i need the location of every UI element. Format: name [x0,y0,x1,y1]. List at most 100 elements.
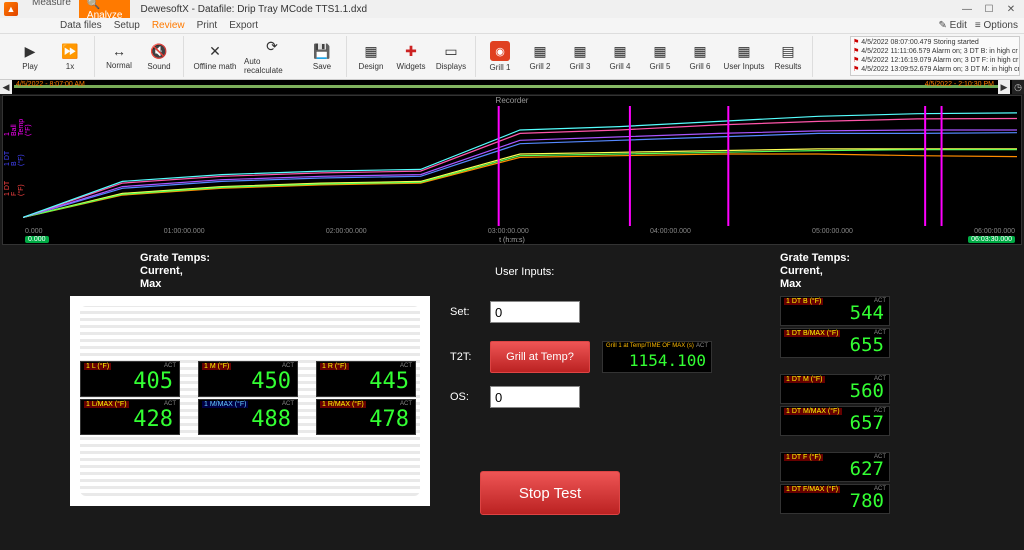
titlebar: ▲ Measure 🔍Analyze DewesoftX - Datafile:… [0,0,1024,18]
t2t-readout: Grill 1 at Temp/TIME OF MAX (s) ACT 1154… [602,341,712,373]
grill2-icon: ▦ [533,43,546,60]
widgets-icon: ✚ [405,43,417,60]
grill1-button[interactable]: ◉Grill 1 [482,41,518,72]
menu-datafiles[interactable]: Data files [60,20,102,31]
y-axis-label: 1 DT F (°F) [4,179,25,196]
menu-export[interactable]: Export [229,20,258,31]
grate-gauge: 1 M/MAX (°F)ACT488 [198,399,298,435]
user-inputs-title: User Inputs: [495,266,554,278]
timeline-end-label: 4/5/2022 - 2:10:30 PM [925,81,994,88]
normal-button[interactable]: ↔Normal [101,43,137,70]
grill-at-temp-button[interactable]: Grill at Temp? [490,341,590,373]
sound-button[interactable]: 🔇Sound [141,43,177,71]
timeline-right-button[interactable]: ▶ [998,80,1010,94]
log-row: ⚑4/5/2022 08:07:00.479 Storing started [853,38,1017,47]
design-icon: ▦ [364,43,377,60]
gauge-label: 1 L (°F) [84,363,111,370]
os-input[interactable] [490,386,580,408]
y-axis: 1 DT F (°F)1 DT B (°F)1 Ball Temp (°F) [3,106,21,226]
menu-review[interactable]: Review [152,20,185,31]
design-button[interactable]: ▦Design [353,43,389,71]
gauge-value: 450 [251,369,291,394]
grate-gauge: 1 R (°F)ACT445 [316,361,416,397]
dt-gauge: 1 DT F/MAX (°F)ACT780 [780,484,890,514]
dt-gauge: 1 DT B/MAX (°F)ACT655 [780,328,890,358]
save-button[interactable]: 💾Save [304,43,340,71]
menu-setup[interactable]: Setup [114,20,140,31]
timeline-strip[interactable]: ◀ 4/5/2022 - 8:07:00 AM 4/5/2022 - 2:10:… [0,80,1024,94]
grill2-button[interactable]: ▦Grill 2 [522,43,558,71]
dashboard: Grate Temps: Current, Max 1 L (°F) ACT 405… [0,246,1024,550]
minimize-icon[interactable]: — [958,2,976,16]
displays-button[interactable]: ▭Displays [433,43,469,71]
grate-gauge: 1 R/MAX (°F)ACT478 [316,399,416,435]
dt-gauge: 1 DT M/MAX (°F)ACT657 [780,406,890,436]
act-label: ACT [696,343,708,349]
right-panel-title: Grate Temps: Current, Max [780,252,850,291]
timeline-left-button[interactable]: ◀ [0,80,12,94]
user-inputs-button[interactable]: ▦User Inputs [722,43,766,71]
menubar: Data files Setup Review Print Export ✎ E… [0,18,1024,34]
t2t-value: 1154.100 [629,351,706,370]
widgets-button[interactable]: ✚Widgets [393,43,429,71]
dt-gauge: 1 DT F (°F)ACT627 [780,452,890,482]
event-log[interactable]: ⚑4/5/2022 08:07:00.479 Storing started ⚑… [850,36,1020,76]
grate-gauge: 1 L/MAX (°F)ACT428 [80,399,180,435]
options-button[interactable]: ≡ Options [975,20,1018,31]
grate-visual: 1 L (°F)ACT4051 L/MAX (°F)ACT4281 M (°F)… [70,296,430,506]
grill5-button[interactable]: ▦Grill 5 [642,43,678,71]
grill6-button[interactable]: ▦Grill 6 [682,43,718,71]
results-button[interactable]: ▤Results [770,43,806,71]
gauge-label: 1 DT B/MAX (°F) [784,330,840,337]
maximize-icon[interactable]: ☐ [980,2,998,16]
edit-button[interactable]: ✎ Edit [939,20,967,31]
close-icon[interactable]: ✕ [1002,2,1020,16]
time-end-pill: 06:03:30.000 [968,236,1015,243]
gauge-value: 405 [133,369,173,394]
sound-icon: 🔇 [150,43,167,60]
offline-math-button[interactable]: ✕Offline math [190,43,240,71]
x-tick: 01:00:00.000 [164,228,205,244]
play-icon: ▶ [25,43,36,60]
grill3-button[interactable]: ▦Grill 3 [562,43,598,71]
flag-icon: ⚑ [853,39,859,46]
grill5-icon: ▦ [653,43,666,60]
speed-button[interactable]: ⏩1x [52,43,88,71]
gauge-label: 1 M (°F) [202,363,231,370]
grill4-button[interactable]: ▦Grill 4 [602,43,638,71]
y-axis-label: 1 DT B (°F) [4,149,25,166]
gauge-value: 488 [251,407,291,432]
mode-icon: ↔ [112,43,126,59]
x-tick: 05:00:00.000 [812,228,853,244]
gauge-label: 1 M/MAX (°F) [202,401,248,408]
chart-plot-area[interactable] [23,106,1017,226]
gauge-value: 560 [850,380,884,402]
log-row: ⚑4/5/2022 13:09:52.679 Alarm on; 3 DT M:… [853,65,1017,74]
speed-icon: ⏩ [61,43,78,60]
ribbon: ▶Play ⏩1x ↔Normal 🔇Sound ✕Offline math ⟳… [0,34,1024,80]
time-start-pill: 0.000 [25,236,49,243]
gauge-value: 627 [850,458,884,480]
log-row: ⚑4/5/2022 12:16:19.079 Alarm on; 3 DT F:… [853,56,1017,65]
grill4-icon: ▦ [613,43,626,60]
gauge-value: 428 [133,407,173,432]
dt-gauge: 1 DT M (°F)ACT560 [780,374,890,404]
timeline-clock-icon[interactable]: ◷ [1012,80,1024,94]
recorder-chart[interactable]: Recorder 1 DT F (°F)1 DT B (°F)1 Ball Te… [2,95,1022,245]
recalc-icon: ⟳ [266,38,278,55]
t2t-label: T2T: [450,351,478,363]
grill6-icon: ▦ [693,43,706,60]
flag-icon: ⚑ [853,48,859,55]
gauge-value: 544 [850,302,884,324]
play-button[interactable]: ▶Play [12,43,48,71]
gauge-label: 1 DT M (°F) [784,376,825,383]
flag-icon: ⚑ [853,57,859,64]
gauge-label: 1 DT F/MAX (°F) [784,486,840,493]
gauge-label: 1 DT B (°F) [784,298,823,305]
log-row: ⚑4/5/2022 11:11:06.579 Alarm on; 3 DT B:… [853,47,1017,56]
auto-recalc-button[interactable]: ⟳Auto recalculate [244,38,300,75]
set-input[interactable] [490,301,580,323]
menu-print[interactable]: Print [197,20,218,31]
stop-test-button[interactable]: Stop Test [480,471,620,515]
gauge-label: 1 L/MAX (°F) [84,401,129,408]
